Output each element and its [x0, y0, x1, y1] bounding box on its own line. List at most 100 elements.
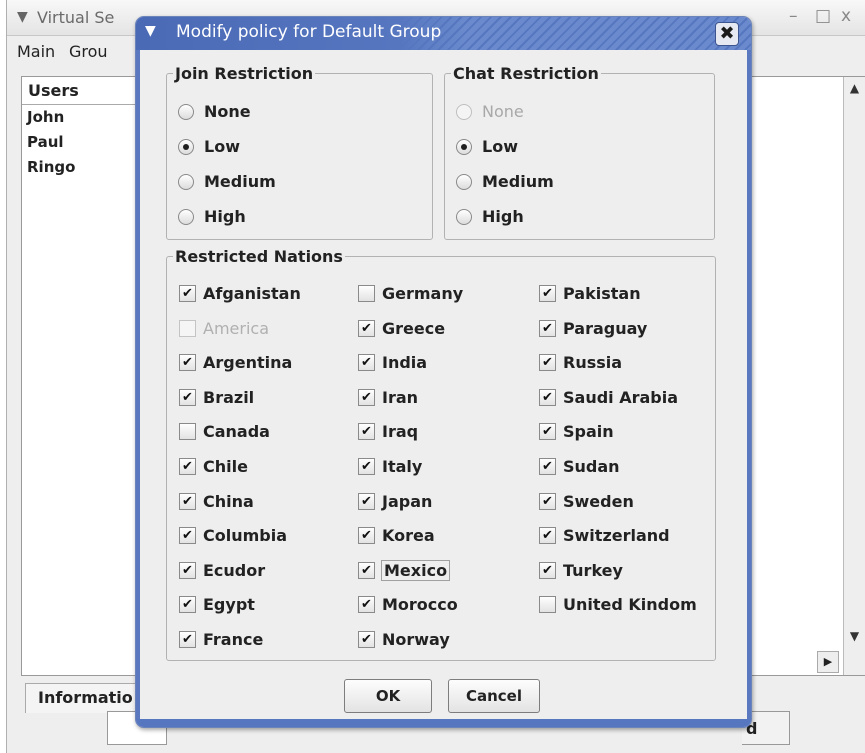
nation-checkbox-egypt[interactable]: ✔ Egypt: [179, 595, 255, 614]
nation-checkbox-columbia[interactable]: ✔ Columbia: [179, 526, 287, 545]
checkmark-icon[interactable]: ✔: [179, 354, 196, 372]
nation-checkbox-italy[interactable]: ✔ Italy: [358, 457, 422, 476]
checkbox-icon[interactable]: [179, 423, 196, 441]
maximize-icon[interactable]: □: [815, 6, 831, 26]
nation-checkbox-china[interactable]: ✔ China: [179, 492, 254, 511]
chat-radio-none[interactable]: None: [456, 102, 524, 121]
nation-checkbox-russia[interactable]: ✔ Russia: [539, 353, 622, 372]
vertical-scrollbar[interactable]: ▲ ▼: [843, 77, 865, 675]
checkmark-icon[interactable]: ✔: [539, 527, 556, 545]
close-icon[interactable]: ✖: [715, 22, 739, 46]
nation-checkbox-france[interactable]: ✔ France: [179, 630, 263, 649]
nation-checkbox-norway[interactable]: ✔ Norway: [358, 630, 450, 649]
user-item-john[interactable]: John: [22, 105, 150, 130]
checkmark-icon[interactable]: ✔: [539, 458, 556, 475]
nation-checkbox-ecudor[interactable]: ✔ Ecudor: [179, 561, 265, 580]
ok-button[interactable]: OK: [344, 679, 432, 713]
join-radio-low[interactable]: Low: [178, 137, 240, 156]
chevron-down-icon[interactable]: ▼: [145, 23, 156, 39]
user-item-paul[interactable]: Paul: [22, 130, 150, 155]
scroll-right-icon[interactable]: ▶: [817, 651, 839, 673]
radio-button-icon[interactable]: [178, 103, 194, 120]
nation-checkbox-united-kindom[interactable]: United Kindom: [539, 595, 697, 614]
chat-panel[interactable]: ▲ ▼: [742, 76, 865, 676]
checkmark-icon[interactable]: ✔: [179, 561, 196, 579]
checkmark-icon[interactable]: ✔: [179, 492, 196, 510]
checkmark-icon[interactable]: ✔: [358, 458, 375, 475]
checkmark-icon[interactable]: ✔: [358, 388, 375, 406]
checkmark-icon[interactable]: ✔: [179, 388, 196, 406]
nation-checkbox-saudi-arabia[interactable]: ✔ Saudi Arabia: [539, 388, 678, 407]
checkmark-icon[interactable]: ✔: [539, 492, 556, 510]
checkmark-icon[interactable]: ✔: [358, 319, 375, 337]
nation-checkbox-iraq[interactable]: ✔ Iraq: [358, 422, 418, 441]
menu-main[interactable]: Main: [17, 42, 55, 61]
join-radio-medium[interactable]: Medium: [178, 172, 276, 191]
nation-checkbox-germany[interactable]: Germany: [358, 284, 463, 303]
checkmark-icon[interactable]: ✔: [358, 423, 375, 441]
scroll-up-icon[interactable]: ▲: [844, 77, 865, 99]
cancel-button[interactable]: Cancel: [448, 679, 540, 713]
checkmark-icon[interactable]: ✔: [179, 631, 196, 648]
checkmark-icon[interactable]: ✔: [179, 285, 196, 302]
nation-checkbox-sudan[interactable]: ✔ Sudan: [539, 457, 620, 476]
scroll-down-icon[interactable]: ▼: [844, 625, 865, 647]
user-item-ringo[interactable]: Ringo: [22, 155, 150, 180]
nation-checkbox-india[interactable]: ✔ India: [358, 353, 427, 372]
nation-checkbox-brazil[interactable]: ✔ Brazil: [179, 388, 254, 407]
nation-checkbox-sweden[interactable]: ✔ Sweden: [539, 492, 634, 511]
checkmark-icon[interactable]: ✔: [539, 388, 556, 406]
checkmark-icon[interactable]: ✔: [539, 423, 556, 441]
radio-button-icon[interactable]: [456, 208, 472, 225]
window-menu-icon[interactable]: ▼: [17, 9, 28, 25]
nation-checkbox-greece[interactable]: ✔ Greece: [358, 319, 445, 338]
nation-checkbox-switzerland[interactable]: ✔ Switzerland: [539, 526, 670, 545]
checkbox-icon[interactable]: [179, 319, 196, 337]
checkmark-icon[interactable]: ✔: [358, 354, 375, 372]
chat-radio-low[interactable]: Low: [456, 137, 518, 156]
nation-checkbox-chile[interactable]: ✔ Chile: [179, 457, 248, 476]
nation-checkbox-turkey[interactable]: ✔ Turkey: [539, 561, 623, 580]
checkmark-icon[interactable]: ✔: [539, 561, 556, 579]
close-icon[interactable]: x: [841, 6, 851, 26]
users-list[interactable]: Users John Paul Ringo: [21, 76, 151, 676]
nation-checkbox-spain[interactable]: ✔ Spain: [539, 422, 614, 441]
checkbox-icon[interactable]: [539, 596, 556, 614]
chat-radio-medium[interactable]: Medium: [456, 172, 554, 191]
radio-button-icon[interactable]: [456, 173, 472, 190]
radio-button-icon[interactable]: [456, 138, 472, 155]
radio-button-icon[interactable]: [178, 208, 194, 225]
checkmark-icon[interactable]: ✔: [358, 561, 375, 579]
nation-checkbox-mexico[interactable]: ✔ Mexico: [358, 559, 451, 581]
checkmark-icon[interactable]: ✔: [539, 354, 556, 372]
checkmark-icon[interactable]: ✔: [539, 319, 556, 337]
checkmark-icon[interactable]: ✔: [358, 596, 375, 614]
radio-button-icon[interactable]: [456, 103, 472, 120]
nation-checkbox-morocco[interactable]: ✔ Morocco: [358, 595, 458, 614]
radio-button-icon[interactable]: [178, 173, 194, 190]
checkmark-icon[interactable]: ✔: [179, 458, 196, 475]
join-radio-none[interactable]: None: [178, 102, 251, 121]
nation-checkbox-japan[interactable]: ✔ Japan: [358, 492, 432, 511]
checkmark-icon[interactable]: ✔: [358, 527, 375, 545]
nation-checkbox-america[interactable]: America: [179, 319, 269, 338]
checkmark-icon[interactable]: ✔: [179, 596, 196, 614]
nation-checkbox-canada[interactable]: Canada: [179, 422, 270, 441]
tab-information[interactable]: Informatio: [25, 683, 151, 713]
checkbox-icon[interactable]: [358, 285, 375, 302]
nation-checkbox-afganistan[interactable]: ✔ Afganistan: [179, 284, 301, 303]
checkmark-icon[interactable]: ✔: [358, 631, 375, 648]
menu-group[interactable]: Grou: [69, 42, 108, 61]
nation-checkbox-korea[interactable]: ✔ Korea: [358, 526, 435, 545]
nation-checkbox-pakistan[interactable]: ✔ Pakistan: [539, 284, 641, 303]
chat-radio-high[interactable]: High: [456, 207, 524, 226]
checkmark-icon[interactable]: ✔: [179, 527, 196, 545]
nation-checkbox-iran[interactable]: ✔ Iran: [358, 388, 418, 407]
checkmark-icon[interactable]: ✔: [539, 285, 556, 302]
join-radio-high[interactable]: High: [178, 207, 246, 226]
checkmark-icon[interactable]: ✔: [358, 492, 375, 510]
nation-checkbox-argentina[interactable]: ✔ Argentina: [179, 353, 292, 372]
minimize-icon[interactable]: –: [789, 6, 798, 26]
nation-checkbox-paraguay[interactable]: ✔ Paraguay: [539, 319, 647, 338]
dialog-titlebar[interactable]: ▼ Modify policy for Default Group ✖: [136, 17, 751, 50]
